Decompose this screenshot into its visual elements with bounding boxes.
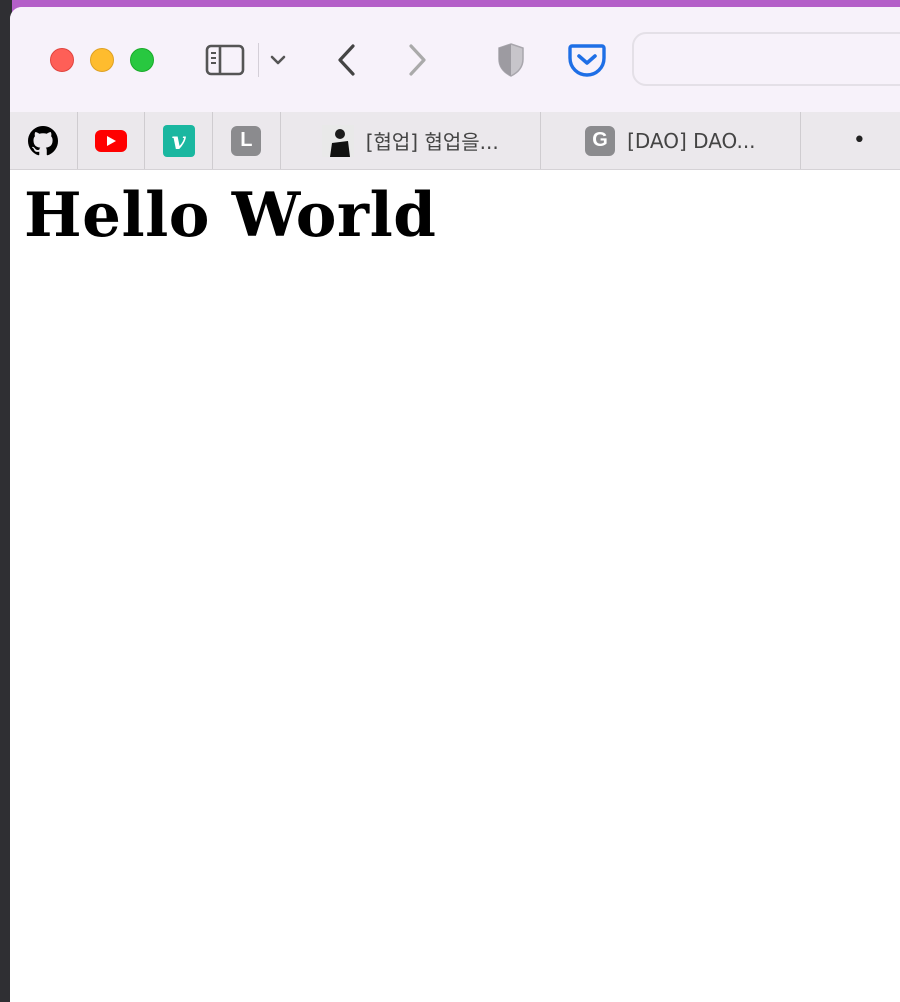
minimize-window-button[interactable] [90, 48, 114, 72]
more-dots-icon: • [852, 128, 866, 153]
chevron-down-icon [270, 55, 286, 65]
toolbar [10, 7, 900, 113]
shield-icon [498, 43, 524, 77]
tab-title: [DAO] DAO... [627, 128, 756, 153]
pocket-icon [568, 44, 606, 77]
youtube-icon [95, 129, 127, 152]
forward-arrow-icon [409, 44, 426, 76]
pinned-tab-youtube[interactable] [78, 112, 146, 169]
pinned-tab-vimeo[interactable]: v [145, 112, 214, 169]
vimeo-icon: v [162, 124, 195, 157]
pocket-button[interactable] [564, 37, 610, 83]
page-heading: Hello World [24, 180, 437, 251]
address-bar[interactable] [632, 32, 900, 86]
privacy-report-button[interactable] [490, 37, 532, 83]
toolbar-divider [258, 43, 259, 77]
pinned-tab-l[interactable]: L [213, 112, 281, 169]
sidebar-icon [205, 44, 245, 76]
tab-title: [협업] 협업을... [365, 130, 499, 154]
maximize-window-button[interactable] [130, 48, 154, 72]
close-window-button[interactable] [50, 48, 74, 72]
tab-bar: v L [협업] 협업을... G [DAO] DAO... • [10, 112, 900, 170]
github-icon [28, 125, 59, 155]
letter-g-icon: G [585, 125, 616, 156]
letter-l-icon: L [231, 125, 262, 156]
tab-groups-dropdown-button[interactable] [266, 37, 290, 83]
back-button[interactable] [328, 37, 366, 83]
back-arrow-icon [338, 44, 355, 76]
pinned-tab-github[interactable] [10, 112, 78, 169]
tab-dao[interactable]: G [DAO] DAO... [541, 112, 801, 169]
web-content: Hello World [10, 170, 900, 1002]
browser-window: v L [협업] 협업을... G [DAO] DAO... • Hello W… [10, 7, 900, 1002]
forward-button[interactable] [398, 37, 436, 83]
tab-overflow-indicator[interactable]: • [801, 112, 900, 169]
sidebar-toggle-button[interactable] [202, 37, 248, 83]
tab-collaboration[interactable]: [협업] 협업을... [281, 112, 541, 169]
thumbnail-icon [321, 124, 354, 157]
